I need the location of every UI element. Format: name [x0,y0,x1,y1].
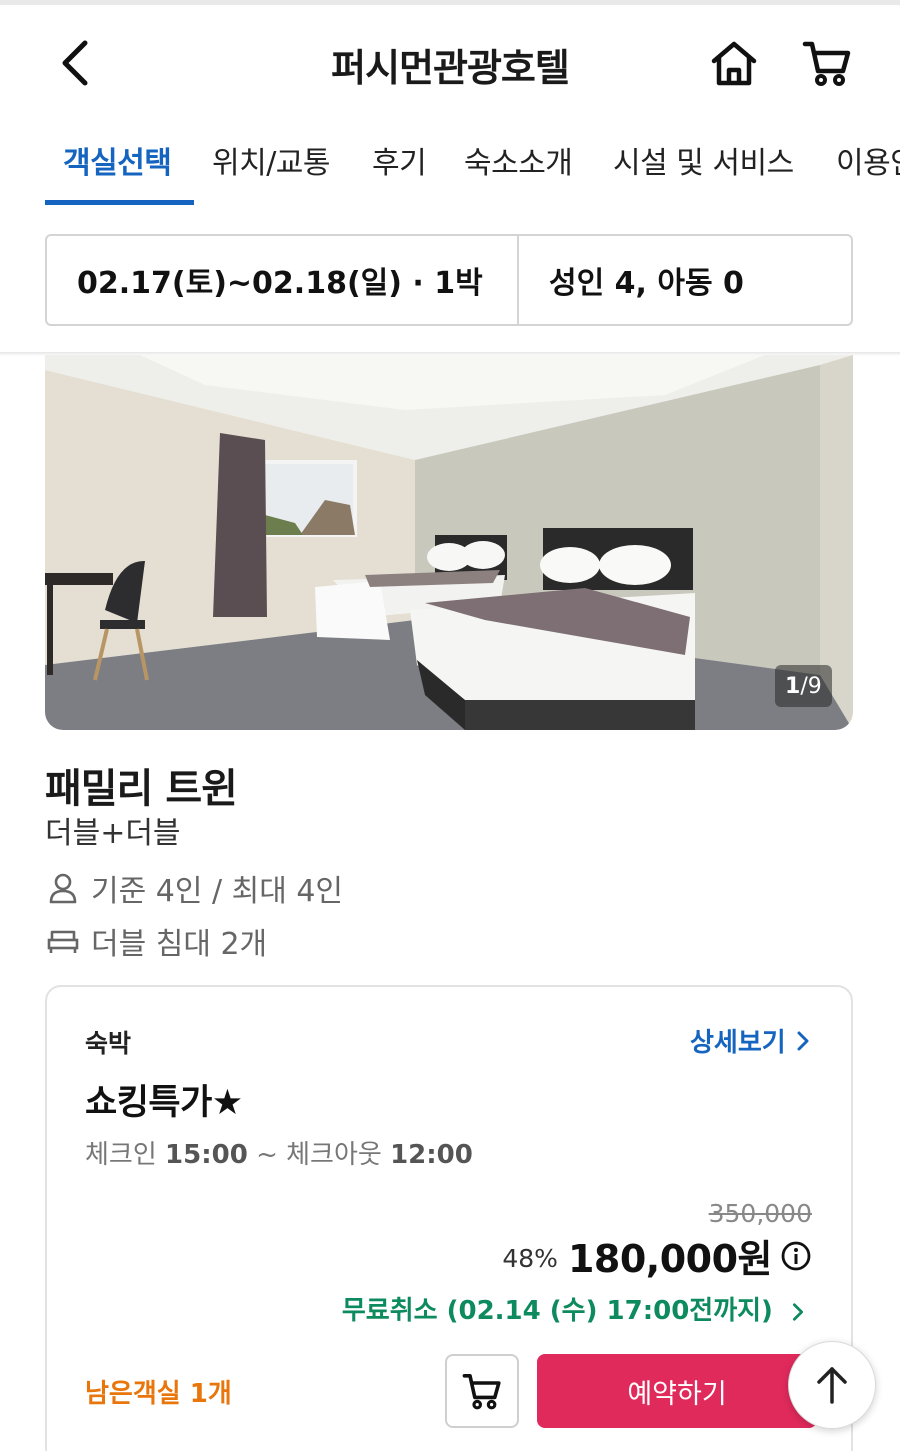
arrow-up-icon [817,1367,847,1404]
room-capacity: 기준 4인 / 최대 4인 [45,866,343,910]
plan-name: 쇼킹특가★ [85,1083,243,1123]
app-header: 퍼시먼관광호텔 [0,5,900,115]
free-cancel-link[interactable]: 무료취소 (02.14 (수) 17:00전까지) [342,1290,808,1327]
room-photo[interactable] [45,355,853,730]
section-tabs: 객실선택 위치/교통 후기 숙소소개 시설 및 서비스 이용안내 [0,128,900,208]
chevron-right-icon [797,1031,809,1050]
checkout-label: 체크아웃 [286,1140,382,1170]
page-title: 퍼시먼관광호텔 [331,46,570,90]
time-separator: ~ [256,1140,278,1170]
room-beds: 더블 침대 2개 [45,919,267,963]
home-button[interactable] [706,35,762,91]
detail-link-label: 상세보기 [690,1028,786,1058]
cart-button[interactable] [798,35,856,91]
book-button[interactable]: 예약하기 [537,1354,817,1428]
bed-icon [45,923,81,959]
sale-price: 180,000원 [567,1237,773,1281]
checkin-time: 15:00 [165,1140,248,1170]
tab-usage-guide[interactable]: 이용안내 [836,138,900,182]
photo-counter: 1/9 [775,665,832,707]
original-price: 350,000 [708,1199,812,1228]
scroll-to-top-button[interactable] [788,1341,876,1429]
room-name: 패밀리 트윈 [45,766,238,812]
active-tab-indicator [45,200,194,205]
rooms-left: 남은객실 1개 [85,1379,232,1409]
guest-selector[interactable]: 성인 4, 아동 0 [519,236,851,324]
room-bed-type: 더블+더블 [45,816,181,851]
add-to-cart-button[interactable] [445,1354,519,1428]
checkin-checkout: 체크인 15:00 ~ 체크아웃 12:00 [85,1134,473,1171]
tab-room-select[interactable]: 객실선택 [63,138,172,182]
price-row: 48% 180,000원 [502,1228,812,1283]
detail-link[interactable]: 상세보기 [690,1022,814,1059]
photo-total: /9 [800,673,822,699]
tab-location[interactable]: 위치/교통 [212,138,331,182]
person-icon [45,870,81,906]
cart-icon [462,1374,501,1410]
checkout-time: 12:00 [390,1140,473,1170]
home-icon [711,41,757,86]
stay-selector: 02.17(토)~02.18(일) · 1박 성인 4, 아동 0 [45,234,853,326]
info-icon[interactable] [780,1240,812,1272]
checkin-label: 체크인 [85,1140,157,1170]
free-cancel-text: 무료취소 (02.14 (수) 17:00전까지) [341,1296,773,1326]
chevron-right-icon [793,1302,803,1321]
photo-current-index: 1 [785,673,801,699]
room-capacity-text: 기준 4인 / 최대 4인 [91,874,344,909]
tab-reviews[interactable]: 후기 [372,138,427,182]
tab-intro[interactable]: 숙소소개 [464,138,573,182]
room-beds-text: 더블 침대 2개 [91,927,268,962]
discount-rate: 48% [502,1244,558,1273]
rate-type: 숙박 [85,1029,132,1058]
tab-facilities[interactable]: 시설 및 서비스 [613,138,794,182]
cart-icon [802,41,851,86]
date-selector[interactable]: 02.17(토)~02.18(일) · 1박 [47,236,519,324]
